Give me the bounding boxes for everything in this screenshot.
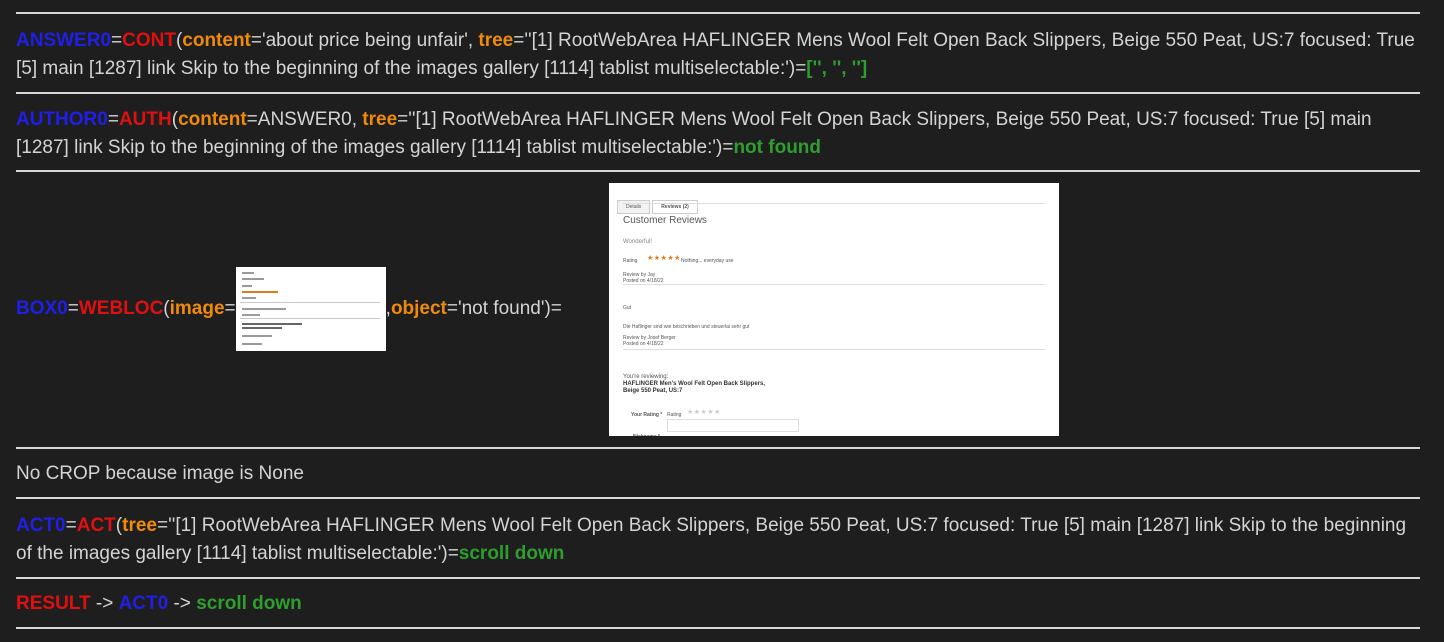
review1-date: Posted on 4/18/22 [623, 278, 664, 284]
result-value: scroll down [196, 593, 302, 614]
arrow: -> [90, 593, 119, 614]
review1-text: Nothing... everyday use [681, 258, 734, 264]
content-value: =ANSWER0, [246, 109, 363, 130]
auth-fn: AUTH [118, 109, 172, 130]
divider [16, 627, 1420, 629]
divider [623, 203, 1045, 204]
divider [16, 447, 1420, 449]
author0-result: not found [733, 137, 822, 158]
answer0-step: ANSWER0=CONT(content='about price being … [16, 30, 1415, 79]
crop-note: No CROP because image is None [16, 463, 304, 484]
content-value: ='about price being unfair', [250, 30, 479, 51]
divider [16, 577, 1420, 579]
divider [16, 497, 1420, 499]
answer0-result: ['', '', ''] [806, 58, 868, 79]
object-kw: object [390, 298, 447, 319]
review-tabs: Details Reviews (2) [617, 189, 700, 214]
divider [16, 170, 1420, 172]
nickname-label: Nickname * [633, 423, 660, 436]
tree-kw: tree [362, 109, 398, 130]
divider [623, 349, 1045, 350]
webloc-fn: WEBLOC [78, 298, 164, 319]
divider [623, 284, 1045, 285]
act0-var: ACT0 [16, 515, 66, 536]
tree-kw: tree [478, 30, 514, 51]
review2-date: Posted on 4/18/22 [623, 341, 664, 347]
answer0-var: ANSWER0 [16, 30, 112, 51]
divider [16, 92, 1420, 94]
author0-var: AUTHOR0 [16, 109, 108, 130]
tree-value: =''[1] RootWebArea HAFLINGER Mens Wool F… [16, 515, 1407, 564]
page-thumbnail-image [235, 267, 386, 351]
cont-fn: CONT [122, 30, 176, 51]
program-trace: ANSWER0=CONT(content='about price being … [0, 0, 1444, 642]
author0-step: AUTHOR0=AUTH(content=ANSWER0, tree=''[1]… [16, 109, 1372, 158]
result-label: RESULT [16, 593, 91, 614]
image-kw: image [169, 298, 225, 319]
content-kw: content [178, 109, 247, 130]
content-kw: content [182, 30, 251, 51]
tree-kw: tree [122, 515, 157, 536]
object-value: ='not found')= [446, 298, 562, 319]
act0-step: ACT0=ACT(tree=''[1] RootWebArea HAFLINGE… [16, 515, 1407, 564]
box0-var: BOX0 [16, 298, 68, 319]
reviews-screenshot-image: Details Reviews (2) Customer Reviews Wond… [609, 183, 1059, 436]
nickname-field [667, 419, 799, 432]
arrow: -> [168, 593, 197, 614]
act0-result: scroll down [458, 543, 565, 564]
divider [16, 12, 1420, 14]
act-fn: ACT [76, 515, 116, 536]
result-line: RESULT -> ACT0 -> scroll down [16, 590, 1420, 618]
result-var: ACT0 [118, 593, 169, 614]
